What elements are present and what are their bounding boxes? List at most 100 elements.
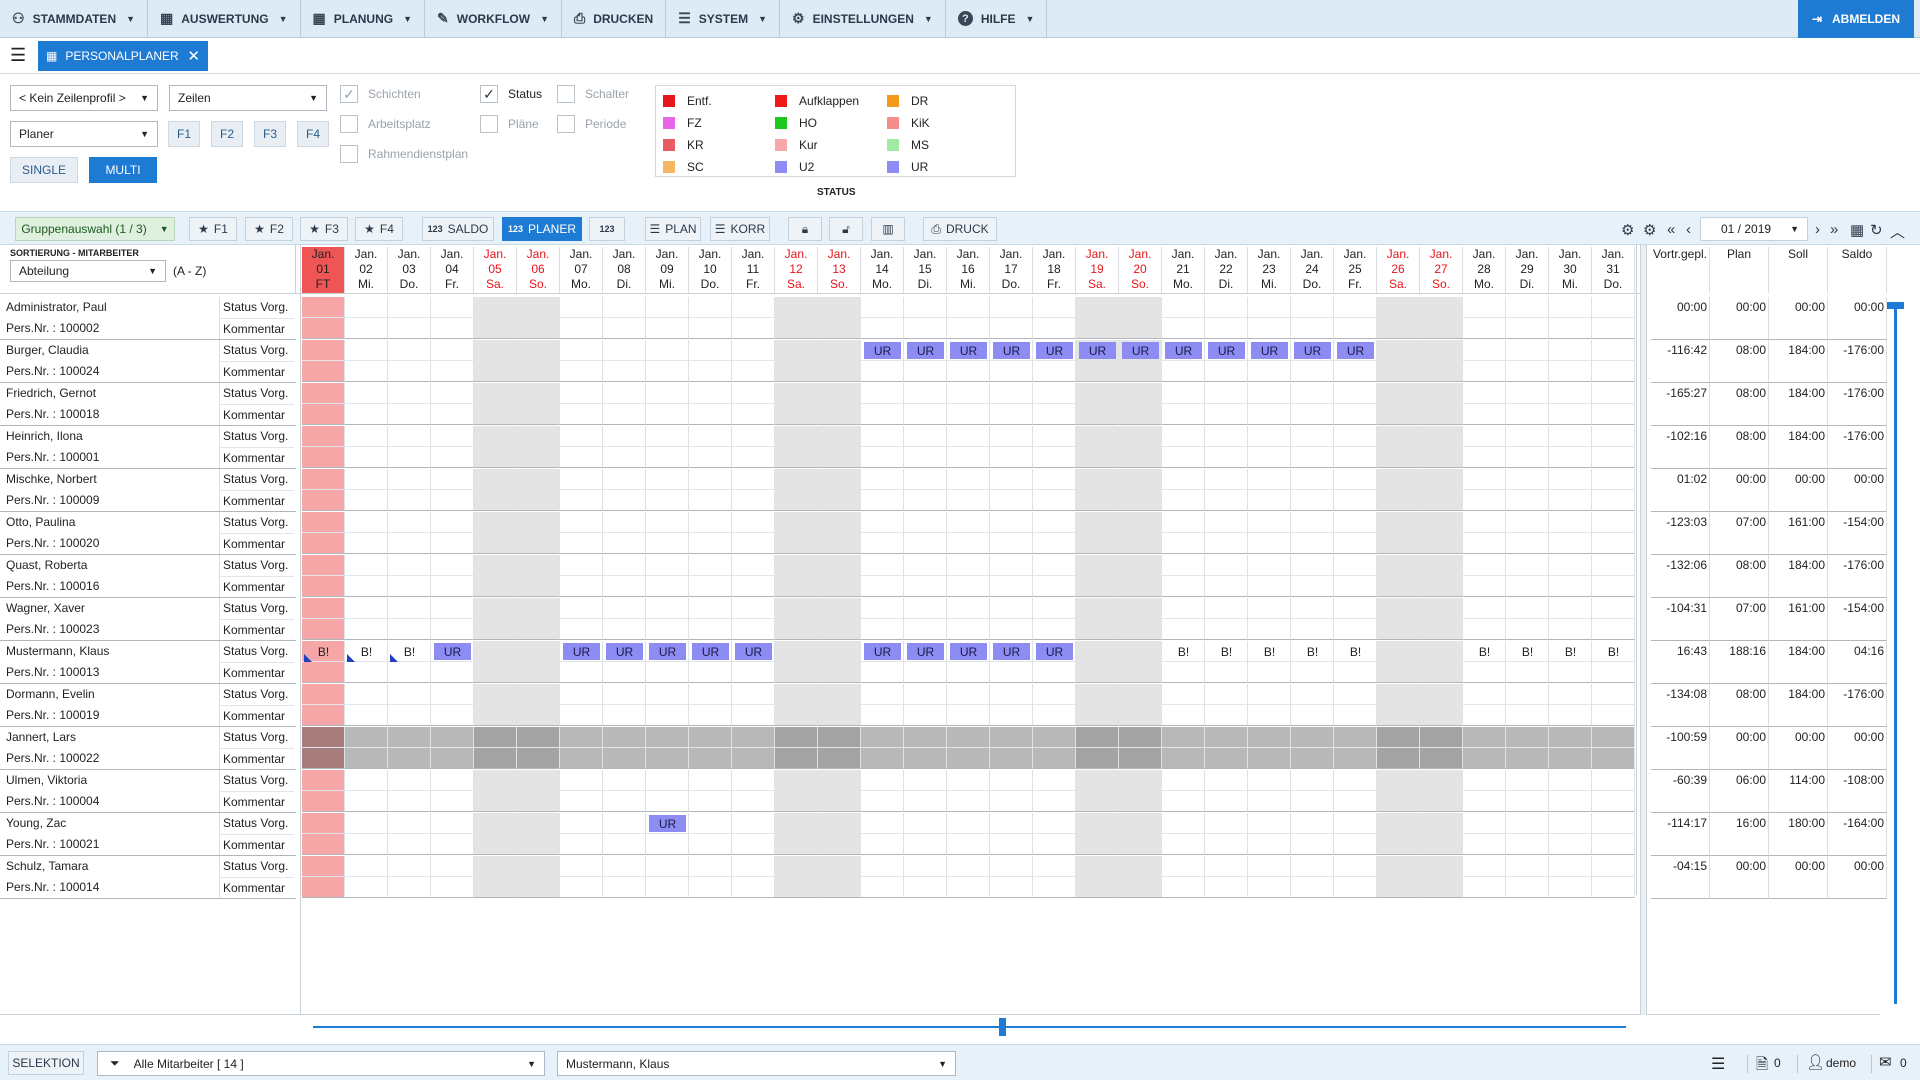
day-cell[interactable] [1377,727,1420,748]
day-cell[interactable] [861,748,904,769]
day-cell[interactable] [1377,662,1420,683]
day-cell[interactable] [861,856,904,877]
tab-personalplaner[interactable]: ▦ PERSONALPLANER ✕ [38,41,208,71]
day-cell[interactable] [1162,533,1205,554]
day-cell[interactable] [603,834,646,855]
day-cell[interactable] [689,727,732,748]
day-cell[interactable] [1592,748,1635,769]
day-cell[interactable] [1334,877,1377,898]
day-cell[interactable] [861,533,904,554]
day-cell[interactable] [904,576,947,597]
day-cell[interactable] [1506,447,1549,468]
panel-splitter[interactable] [1640,245,1647,1015]
day-cell[interactable] [431,598,474,619]
day-cell[interactable] [732,813,775,834]
day-cell[interactable] [1162,361,1205,382]
day-cell[interactable] [560,598,603,619]
day-cell[interactable] [1205,834,1248,855]
day-cell[interactable] [302,469,345,490]
day-cell[interactable] [732,469,775,490]
ur-badge[interactable]: UR [993,643,1030,660]
day-cell[interactable] [861,877,904,898]
day-cell[interactable] [1377,877,1420,898]
day-cell[interactable] [345,834,388,855]
day-cell[interactable] [775,598,818,619]
day-cell[interactable] [1463,490,1506,511]
day-header[interactable]: Jan. 22 Di. [1205,247,1248,293]
day-cell[interactable] [1463,834,1506,855]
day-cell[interactable] [732,877,775,898]
day-cell[interactable] [431,426,474,447]
day-cell[interactable] [1334,598,1377,619]
ur-badge[interactable]: UR [649,815,686,832]
day-cell[interactable] [302,834,345,855]
day-cell[interactable] [302,297,345,318]
ur-badge[interactable]: UR [1036,342,1073,359]
day-cell[interactable] [1463,533,1506,554]
day-cell[interactable] [1076,404,1119,425]
day-cell[interactable] [646,791,689,812]
day-cell[interactable] [603,770,646,791]
day-cell[interactable] [1592,770,1635,791]
day-cell[interactable] [646,877,689,898]
day-cell[interactable] [818,662,861,683]
day-cell[interactable] [345,877,388,898]
day-cell[interactable] [1592,512,1635,533]
day-cell[interactable] [1334,490,1377,511]
day-cell[interactable] [1291,834,1334,855]
vertical-scrollbar-thumb[interactable] [1887,302,1904,309]
day-cell[interactable] [904,856,947,877]
day-cell[interactable] [517,469,560,490]
day-cell[interactable] [947,705,990,726]
day-cell[interactable] [1119,748,1162,769]
day-cell[interactable] [689,770,732,791]
day-cell[interactable] [689,340,732,361]
day-header[interactable]: Jan. 03 Do. [388,247,431,293]
day-cell[interactable] [818,791,861,812]
menu-item-4[interactable]: ⎙ DRUCKEN [562,0,667,37]
day-cell[interactable] [1506,469,1549,490]
day-cell[interactable] [775,705,818,726]
day-cell[interactable] [1205,877,1248,898]
day-cell[interactable] [388,684,431,705]
f3-button[interactable]: F3 [254,121,286,147]
day-cell[interactable] [431,469,474,490]
day-cell[interactable] [474,834,517,855]
day-cell[interactable] [1033,447,1076,468]
day-cell[interactable] [517,297,560,318]
day-cell[interactable] [1506,619,1549,640]
day-cell[interactable] [1506,813,1549,834]
day-cell[interactable] [1463,340,1506,361]
day-header[interactable]: Jan. 20 So. [1119,247,1162,293]
day-cell[interactable] [1162,727,1205,748]
b-marker[interactable]: B! [1592,641,1635,662]
day-cell[interactable] [990,598,1033,619]
day-cell[interactable] [1076,834,1119,855]
b-marker[interactable]: B! [1162,641,1205,662]
day-cell[interactable] [947,619,990,640]
day-cell[interactable] [775,770,818,791]
day-cell[interactable] [1033,576,1076,597]
day-cell[interactable] [517,834,560,855]
day-cell[interactable] [345,404,388,425]
day-cell[interactable] [1420,533,1463,554]
gears-icon[interactable]: ⚙ [1643,221,1656,239]
fav-f1-button[interactable]: ★ F1 [189,217,237,241]
day-cell[interactable] [775,641,818,662]
day-cell[interactable] [302,748,345,769]
day-cell[interactable] [904,770,947,791]
day-cell[interactable] [1592,598,1635,619]
day-cell[interactable] [861,834,904,855]
day-cell[interactable] [517,555,560,576]
employee-row[interactable]: Young, Zac Pers.Nr. : 100021 Status Vorg. K… [0,813,296,856]
day-cell[interactable] [1119,426,1162,447]
day-cell[interactable] [1162,426,1205,447]
day-cell[interactable] [1248,813,1291,834]
day-cell[interactable] [388,834,431,855]
day-cell[interactable] [646,318,689,339]
day-cell[interactable] [603,297,646,318]
day-header[interactable]: Jan. 21 Mo. [1162,247,1205,293]
day-cell[interactable] [302,662,345,683]
day-cell[interactable] [1334,662,1377,683]
day-cell[interactable] [1420,340,1463,361]
